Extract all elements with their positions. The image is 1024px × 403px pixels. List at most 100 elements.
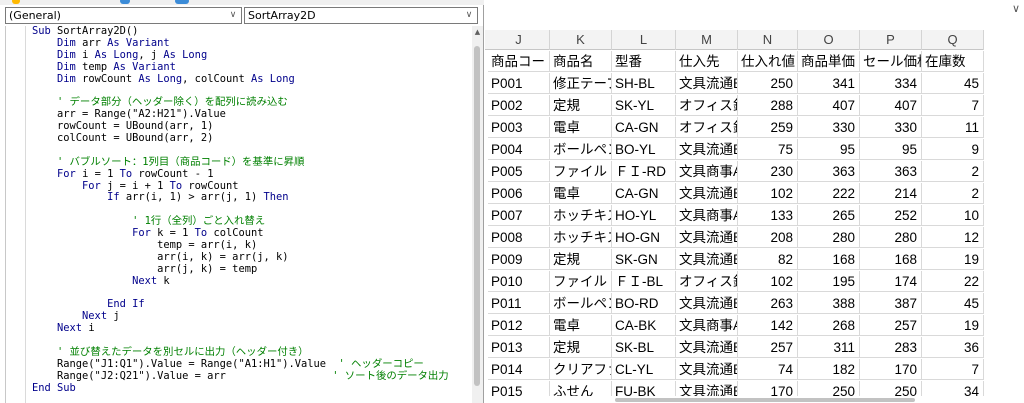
table-cell[interactable]: 45 — [922, 73, 984, 94]
table-cell[interactable]: 11 — [922, 117, 984, 138]
table-cell[interactable]: ＦＩ-BL — [612, 271, 676, 292]
code-line[interactable]: If arr(i, 1) > arr(j, 1) Then — [32, 192, 472, 204]
table-cell[interactable]: HO-GN — [612, 227, 676, 248]
table-cell[interactable]: 36 — [922, 337, 984, 358]
table-cell[interactable]: 7 — [922, 359, 984, 380]
table-cell[interactable]: CA-GN — [612, 183, 676, 204]
column-header-o[interactable]: O — [798, 30, 860, 50]
code-vertical-scrollbar[interactable]: ▲ — [472, 26, 483, 403]
procedure-combo[interactable]: SortArray2D ∨ — [244, 7, 478, 24]
table-cell[interactable]: 文具流通B — [676, 337, 738, 358]
table-cell[interactable]: 74 — [738, 359, 798, 380]
table-cell[interactable]: 387 — [860, 293, 922, 314]
table-cell[interactable]: 文具流通B — [676, 249, 738, 270]
table-cell[interactable]: 288 — [738, 95, 798, 116]
table-cell[interactable]: P013 — [488, 337, 550, 358]
column-header-q[interactable]: Q — [922, 30, 984, 50]
table-cell[interactable]: 文具流通B — [676, 359, 738, 380]
table-cell[interactable]: SK-GN — [612, 249, 676, 270]
table-cell[interactable]: 208 — [738, 227, 798, 248]
table-cell[interactable]: P012 — [488, 315, 550, 336]
table-cell[interactable]: 82 — [738, 249, 798, 270]
table-cell[interactable]: 283 — [860, 337, 922, 358]
table-cell[interactable]: ＦＩ-RD — [612, 161, 676, 182]
table-cell[interactable]: ホッチキス — [550, 227, 612, 248]
table-cell[interactable]: 95 — [798, 139, 860, 160]
table-cell[interactable]: 257 — [738, 337, 798, 358]
table-cell[interactable]: 定規 — [550, 249, 612, 270]
scrollbar-thumb[interactable] — [615, 398, 915, 402]
table-cell[interactable]: P011 — [488, 293, 550, 314]
table-cell[interactable]: 電卓 — [550, 315, 612, 336]
table-cell[interactable]: 142 — [738, 315, 798, 336]
table-cell[interactable]: 10 — [922, 205, 984, 226]
table-cell[interactable]: BO-RD — [612, 293, 676, 314]
table-cell[interactable]: 45 — [922, 293, 984, 314]
table-cell[interactable]: P007 — [488, 205, 550, 226]
table-cell[interactable]: 263 — [738, 293, 798, 314]
table-cell[interactable]: 311 — [798, 337, 860, 358]
table-cell[interactable]: 280 — [860, 227, 922, 248]
code-text[interactable]: Sub SortArray2D() Dim arr As Variant Dim… — [32, 25, 472, 395]
table-cell[interactable]: CA-GN — [612, 117, 676, 138]
table-cell[interactable]: P006 — [488, 183, 550, 204]
table-cell[interactable]: ボールペン — [550, 139, 612, 160]
table-cell[interactable]: CA-BK — [612, 315, 676, 336]
table-cell[interactable]: オフィス針 — [676, 271, 738, 292]
code-line[interactable]: End Sub — [32, 382, 472, 395]
table-cell[interactable]: 280 — [798, 227, 860, 248]
table-cell[interactable]: 341 — [798, 73, 860, 94]
table-cell[interactable]: 19 — [922, 249, 984, 270]
table-cell[interactable]: HO-YL — [612, 205, 676, 226]
table-cell[interactable]: P002 — [488, 95, 550, 116]
table-cell[interactable]: 文具流通B — [676, 139, 738, 160]
table-cell[interactable]: 407 — [798, 95, 860, 116]
table-cell[interactable]: P010 — [488, 271, 550, 292]
table-cell[interactable]: 102 — [738, 271, 798, 292]
table-cell[interactable]: SK-YL — [612, 95, 676, 116]
column-header-j[interactable]: J — [488, 30, 550, 50]
table-cell[interactable]: 334 — [860, 73, 922, 94]
code-line[interactable]: Dim rowCount As Long, colCount As Long — [32, 73, 472, 86]
code-line[interactable]: Next j — [32, 310, 472, 323]
header-cell[interactable]: 仕入先 — [676, 51, 738, 72]
table-cell[interactable]: 文具流通B — [676, 73, 738, 94]
table-cell[interactable]: 407 — [860, 95, 922, 116]
table-cell[interactable]: 170 — [860, 359, 922, 380]
table-cell[interactable]: 265 — [798, 205, 860, 226]
table-cell[interactable]: 文具商事A — [676, 161, 738, 182]
table-cell[interactable]: 268 — [798, 315, 860, 336]
chevron-down-icon[interactable]: ∨ — [1012, 2, 1020, 15]
table-cell[interactable]: P005 — [488, 161, 550, 182]
table-cell[interactable]: 330 — [860, 117, 922, 138]
table-cell[interactable]: ホッチキス — [550, 205, 612, 226]
table-cell[interactable]: P008 — [488, 227, 550, 248]
chevron-down-icon[interactable]: ∨ — [463, 8, 475, 23]
code-pane[interactable]: Sub SortArray2D() Dim arr As Variant Dim… — [5, 25, 472, 403]
object-combo[interactable]: (General) ∨ — [5, 7, 242, 24]
header-cell[interactable]: 商品コード — [488, 51, 550, 72]
table-cell[interactable]: 定規 — [550, 95, 612, 116]
table-cell[interactable]: クリアファ — [550, 359, 612, 380]
chevron-down-icon[interactable]: ∨ — [227, 8, 239, 23]
table-cell[interactable]: 250 — [738, 73, 798, 94]
code-line[interactable]: colCount = UBound(arr, 2) — [32, 132, 472, 145]
table-cell[interactable]: BO-YL — [612, 139, 676, 160]
table-cell[interactable]: 252 — [860, 205, 922, 226]
table-cell[interactable]: 19 — [922, 315, 984, 336]
table-cell[interactable]: 174 — [860, 271, 922, 292]
table-cell[interactable]: 22 — [922, 271, 984, 292]
table-cell[interactable]: 文具商事A — [676, 205, 738, 226]
table-cell[interactable]: オフィス針 — [676, 95, 738, 116]
table-cell[interactable]: 363 — [798, 161, 860, 182]
table-cell[interactable]: 文具商事A — [676, 315, 738, 336]
table-cell[interactable]: 222 — [798, 183, 860, 204]
table-cell[interactable]: 182 — [798, 359, 860, 380]
column-header-k[interactable]: K — [550, 30, 612, 50]
column-header-p[interactable]: P — [860, 30, 922, 50]
code-line[interactable]: Next k — [32, 275, 472, 288]
scroll-up-icon[interactable]: ▲ — [472, 26, 483, 38]
scrollbar-thumb[interactable] — [474, 46, 480, 386]
header-cell[interactable]: セール価格 — [860, 51, 922, 72]
table-cell[interactable]: 214 — [860, 183, 922, 204]
